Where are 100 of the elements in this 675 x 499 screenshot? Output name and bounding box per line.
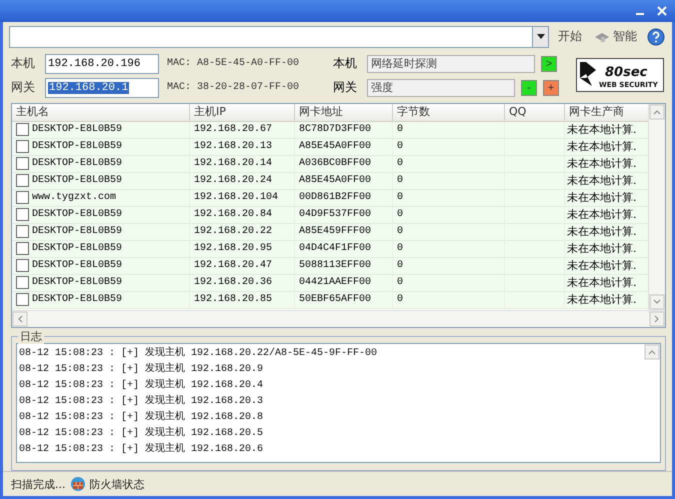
column-header[interactable]: 主机IP [190, 104, 295, 121]
table-cell-text: 0 [397, 156, 404, 171]
table-cell-text: DESKTOP-E8L0B59 [32, 208, 122, 222]
ip-field[interactable]: 192.168.20.1 [45, 78, 159, 98]
table-cell-text: 0 [397, 208, 404, 222]
table-cell: 未在本地计算. [567, 156, 636, 172]
checkbox[interactable] [16, 174, 29, 188]
table-cell-text: 192.168.20.22 [194, 224, 272, 239]
log-line: 08-12 15:08:23 : [+] 发现主机 192.168.20.22/A8-5E-45-9F-FF-00 [19, 346, 378, 361]
table-cell-text: DESKTOP-E8L0B59 [32, 292, 122, 307]
column-header[interactable]: 字节数 [393, 104, 505, 121]
table-cell-text: A85E459FFF00 [299, 224, 372, 239]
table-cell-text: DESKTOP-E8L0B59 [32, 276, 122, 290]
table-cell-text: 192.168.20.67 [194, 122, 272, 137]
table-cell-text: DESKTOP-E8L0B59 [32, 224, 122, 239]
log-line: 08-12 15:08:23 : [+] 发现主机 192.168.20.5 [19, 426, 264, 441]
table-cell-text: DESKTOP-E8L0B59 [32, 174, 122, 188]
table-cell: 未在本地计算. [567, 172, 636, 189]
ip-field[interactable]: 192.168.20.196 [45, 54, 159, 74]
table-cell-text: 192.168.20.36 [194, 276, 272, 290]
log-line: 08-12 15:08:23 : [+] 发现主机 192.168.20.9 [19, 362, 264, 377]
toolbar-button[interactable]: 开始 [555, 28, 585, 46]
scroll-up-button[interactable] [644, 344, 660, 360]
table-cell-text: www.tygzxt.com [32, 190, 116, 205]
table-cell-text: 04D9F537FF00 [299, 208, 372, 222]
table-cell-text: 0 [397, 140, 404, 154]
log-line: 08-12 15:08:23 : [+] 发现主机 192.168.20.6 [19, 442, 264, 457]
table-cell-text: 8C78D7D3FF00 [299, 122, 372, 137]
table-cell-text: DESKTOP-E8L0B59 [32, 258, 122, 273]
checkbox[interactable] [16, 123, 29, 136]
table-cell-text: DESKTOP-E8L0B59 [32, 156, 122, 171]
table-cell-text: 0 [397, 190, 404, 205]
mortarboard-icon [594, 30, 610, 43]
checkbox[interactable] [16, 191, 29, 204]
table-cell: 未在本地计算. [567, 274, 636, 291]
table-cell-text: DESKTOP-E8L0B59 [32, 242, 122, 256]
column-header[interactable]: 主机名 [12, 104, 190, 121]
scroll-left-button[interactable] [12, 310, 28, 327]
field-label: 本机 [11, 55, 36, 72]
table-cell: 未在本地计算. [567, 122, 636, 138]
checkbox[interactable] [16, 276, 29, 290]
table-cell-text: 192.168.20.47 [194, 258, 272, 273]
status-text: 扫描完成... [11, 476, 66, 492]
table-cell-text: 0 [397, 242, 404, 256]
checkbox[interactable] [16, 242, 29, 256]
table-cell-text: A85E45A0FF00 [299, 174, 372, 188]
checkbox[interactable] [16, 225, 29, 238]
table-cell: 未在本地计算. [567, 206, 636, 223]
checkbox[interactable] [16, 157, 29, 170]
checkbox[interactable] [16, 208, 29, 222]
table-cell-text: 192.168.20.13 [194, 140, 272, 154]
table-cell: 未在本地计算. [567, 138, 636, 155]
dropdown-arrow-icon[interactable] [536, 34, 544, 40]
table-cell: 未在本地计算. [567, 292, 636, 308]
column-header[interactable]: 网卡地址 [295, 104, 393, 121]
log-line: 08-12 15:08:23 : [+] 发现主机 192.168.20.4 [19, 378, 264, 393]
brick-wall-icon [70, 476, 86, 492]
log-line: 08-12 15:08:23 : [+] 发现主机 192.168.20.3 [19, 394, 264, 409]
scroll-up-button[interactable] [649, 104, 665, 120]
log-line: 08-12 15:08:23 : [+] 发现主机 192.168.20.8 [19, 410, 264, 425]
help-icon[interactable] [646, 26, 666, 47]
table-cell-text: DESKTOP-E8L0B59 [32, 140, 122, 154]
table-cell-text: 0 [397, 224, 404, 239]
firewall-status[interactable]: 防火墙状态 [90, 476, 144, 492]
table-cell-text: 0 [397, 174, 404, 188]
table-cell-text: 0 [397, 122, 404, 137]
field-label: 网关 [11, 79, 36, 96]
text-field[interactable]: 网络延时探测 [367, 54, 535, 73]
table-cell-text: 0 [397, 258, 404, 273]
table-cell-text: 192.168.20.104 [194, 190, 278, 205]
text-field[interactable]: 强度 [367, 78, 515, 97]
table-cell-text: 00D861B2FF00 [299, 190, 372, 205]
table-cell-text: 192.168.20.95 [194, 242, 272, 256]
toolbar-button[interactable]: 智能 [591, 28, 640, 46]
table-cell-text: A036BC0BFF00 [299, 156, 372, 171]
table-cell: 未在本地计算. [567, 258, 636, 274]
small-button[interactable]: + [543, 80, 559, 96]
table-cell-text: 192.168.20.85 [194, 292, 272, 307]
table-cell-text: 192.168.20.14 [194, 156, 272, 171]
small-button[interactable]: - [521, 80, 537, 96]
scroll-right-button[interactable] [649, 310, 665, 327]
table-cell-text: 192.168.20.84 [194, 208, 272, 222]
table-cell-text: DESKTOP-E8L0B59 [32, 122, 122, 137]
close-button[interactable] [655, 4, 669, 18]
checkbox[interactable] [16, 259, 29, 272]
column-header[interactable]: QQ [505, 104, 565, 121]
table-cell-text: 0 [397, 292, 404, 307]
table-cell: 未在本地计算. [567, 190, 636, 206]
checkbox[interactable] [16, 140, 29, 154]
table-cell-text: 0 [397, 276, 404, 290]
table-cell: 未在本地计算. [567, 240, 636, 257]
scroll-down-button[interactable] [649, 294, 665, 310]
small-button[interactable]: > [541, 56, 557, 72]
field-label: 本机 [333, 55, 358, 72]
mac-address: MAC: A8-5E-45-A0-FF-00 [166, 58, 300, 70]
checkbox[interactable] [16, 293, 29, 306]
mac-address: MAC: 38-20-28-07-FF-00 [166, 82, 300, 94]
table-cell-text: 192.168.20.24 [194, 174, 272, 188]
table-cell-text: A85E45A0FF00 [299, 140, 372, 154]
field-label: 网关 [333, 79, 358, 96]
